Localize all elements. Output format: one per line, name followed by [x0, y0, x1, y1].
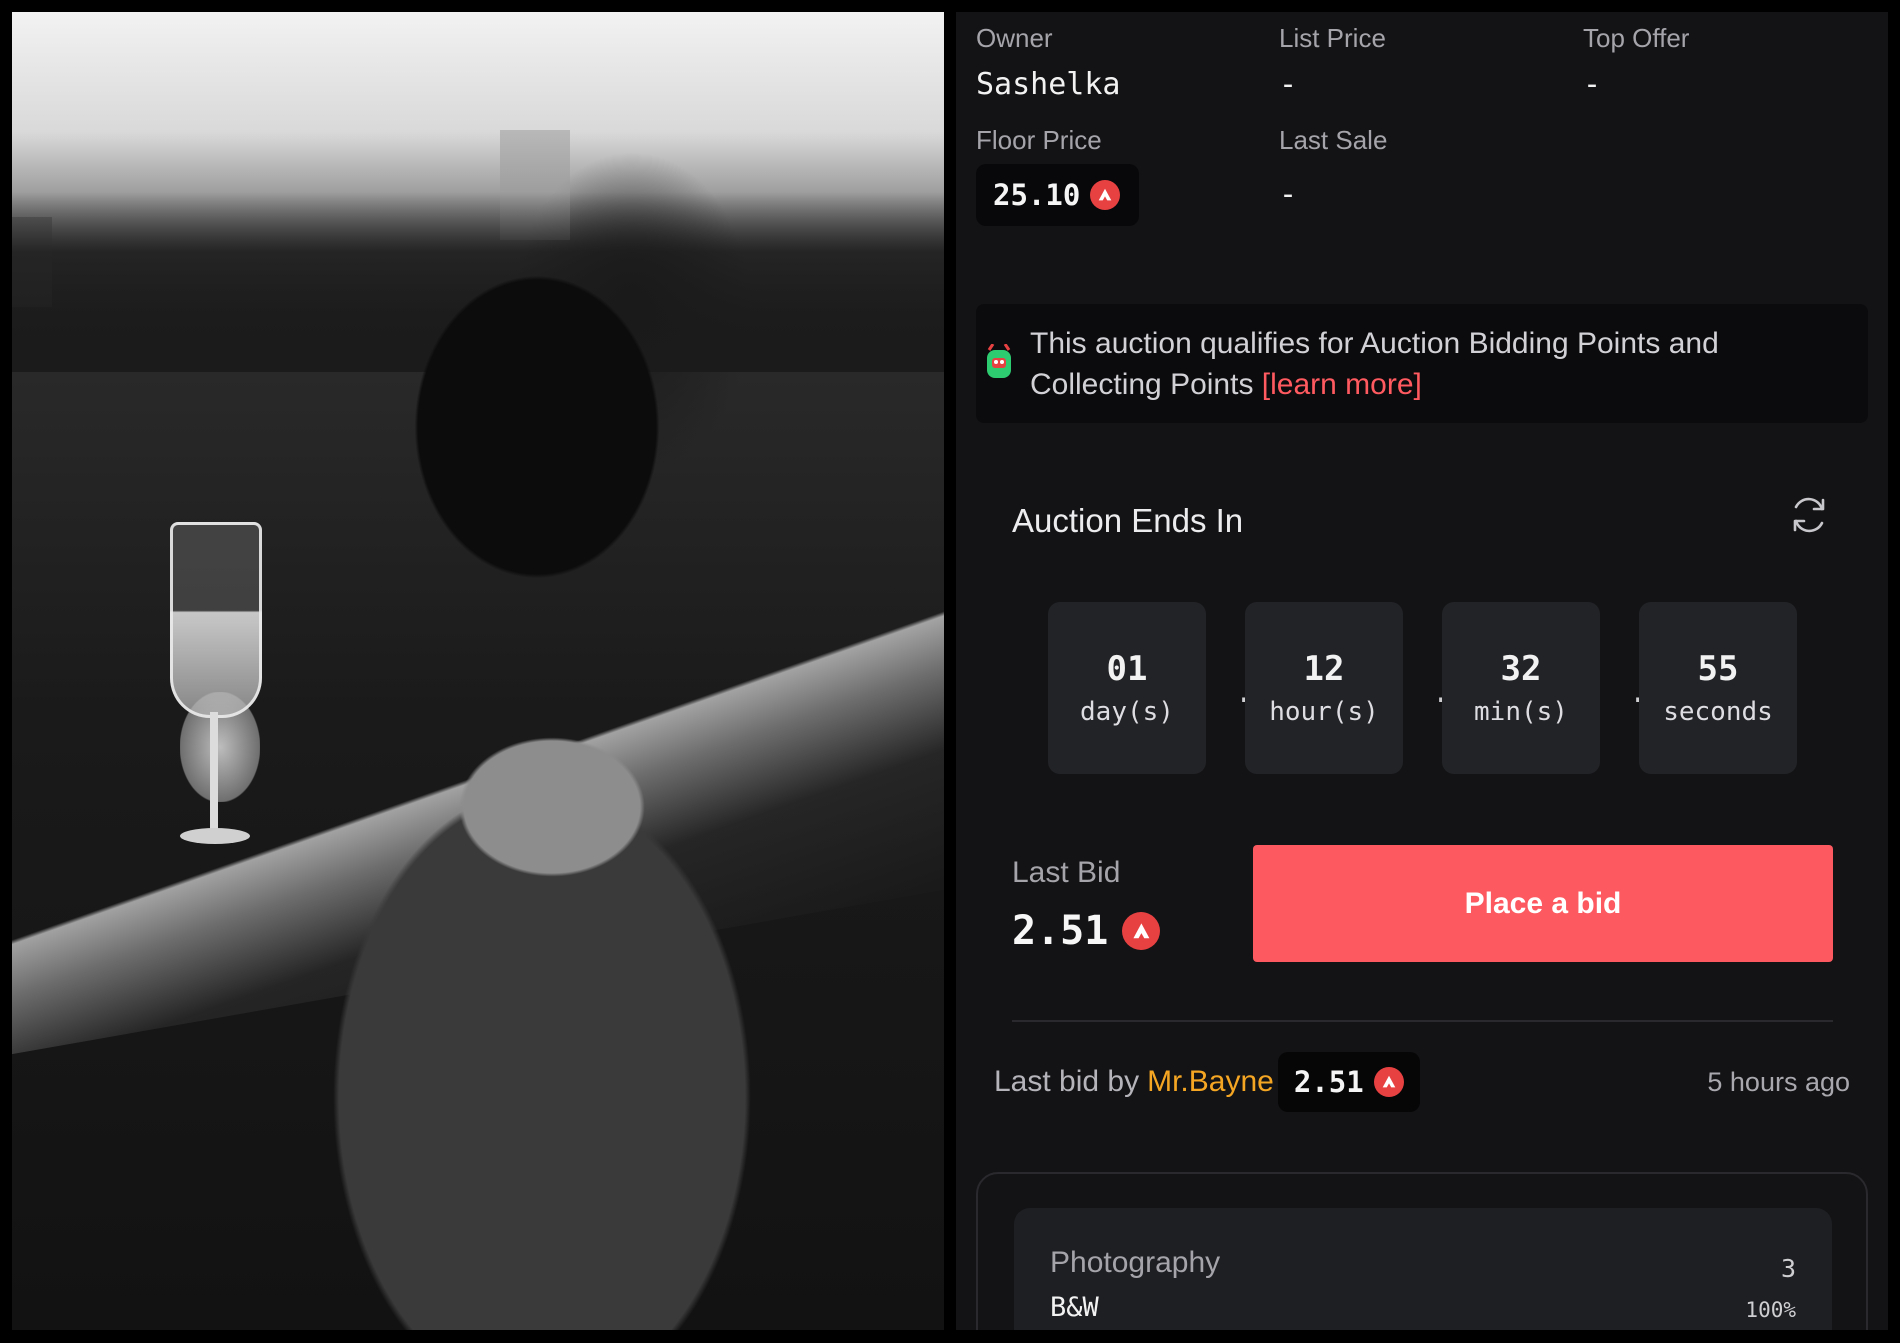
photo-glass-stem [210, 712, 218, 832]
auction-ends-title: Auction Ends In [1012, 502, 1244, 539]
countdown-seconds: 55 seconds [1639, 602, 1797, 774]
bid-amount-value: 2.51 [1293, 1065, 1364, 1099]
photo-glass-foot [180, 828, 250, 844]
last-sale-label: Last Sale [1279, 125, 1388, 155]
property-percent: 100% [1745, 1298, 1796, 1322]
avax-icon [1122, 912, 1161, 950]
top-offer-label: Top Offer [1583, 23, 1690, 53]
last-sale-value: - [1279, 177, 1298, 212]
countdown-days: 01 day(s) [1048, 602, 1206, 774]
last-bid-by-label: Last bid by [994, 1065, 1140, 1098]
artwork-image[interactable] [12, 12, 944, 1330]
divider [1012, 1020, 1833, 1022]
bid-timestamp: 5 hours ago [1707, 1066, 1850, 1097]
last-bid-value: 2.51 [1012, 908, 1109, 954]
last-bid-label: Last Bid [1012, 856, 1121, 889]
owner-value[interactable]: Sashelka [976, 67, 1121, 102]
bid-amount-chip: 2.51 [1277, 1052, 1420, 1112]
last-bid-history-row: Last bid by Mr.Bayne 2.51 5 hours ago [994, 1050, 1850, 1114]
countdown-minutes-unit: min(s) [1474, 697, 1568, 727]
property-value: B&W [1050, 1292, 1099, 1323]
property-item[interactable]: Photography B&W 3 100% [1014, 1208, 1832, 1330]
points-banner-text: This auction qualifies for Auction Biddi… [1030, 323, 1850, 405]
bidder-username-link[interactable]: Mr.Bayne [1147, 1065, 1274, 1099]
top-offer-value: - [1583, 67, 1602, 102]
last-bid-amount: 2.51 [1012, 908, 1161, 954]
list-price-label: List Price [1279, 23, 1386, 53]
countdown-days-unit: day(s) [1080, 697, 1174, 727]
countdown-minutes: 32 min(s) [1442, 602, 1600, 774]
photo-champagne-glass [170, 522, 262, 718]
property-category: Photography [1050, 1246, 1221, 1279]
floor-price-value: 25.10 [993, 178, 1081, 212]
property-count: 3 [1780, 1254, 1796, 1283]
owner-label: Owner [976, 23, 1053, 53]
countdown-seconds-unit: seconds [1663, 697, 1773, 727]
floor-price-label: Floor Price [976, 125, 1102, 155]
avax-icon [1373, 1067, 1404, 1097]
list-price-value: - [1279, 67, 1298, 102]
photo-subject [262, 217, 822, 1330]
floor-price-chip: 25.10 [976, 164, 1139, 226]
properties-card: Photography B&W 3 100% [976, 1172, 1868, 1330]
countdown-seconds-value: 55 [1697, 649, 1739, 689]
details-panel: Owner Sashelka List Price - Top Offer - … [956, 12, 1888, 1330]
countdown-hours-unit: hour(s) [1269, 697, 1379, 727]
countdown-hours: 12 hour(s) [1245, 602, 1403, 774]
refresh-icon[interactable] [1786, 492, 1832, 538]
countdown-minutes-value: 32 [1500, 649, 1542, 689]
countdown-days-value: 01 [1106, 649, 1148, 689]
avax-icon [1090, 180, 1121, 210]
points-banner: This auction qualifies for Auction Biddi… [976, 304, 1868, 423]
points-badge-icon [987, 344, 1011, 378]
place-bid-button[interactable]: Place a bid [1253, 845, 1833, 962]
countdown-hours-value: 12 [1303, 649, 1345, 689]
learn-more-link[interactable]: [learn more] [1262, 368, 1422, 401]
